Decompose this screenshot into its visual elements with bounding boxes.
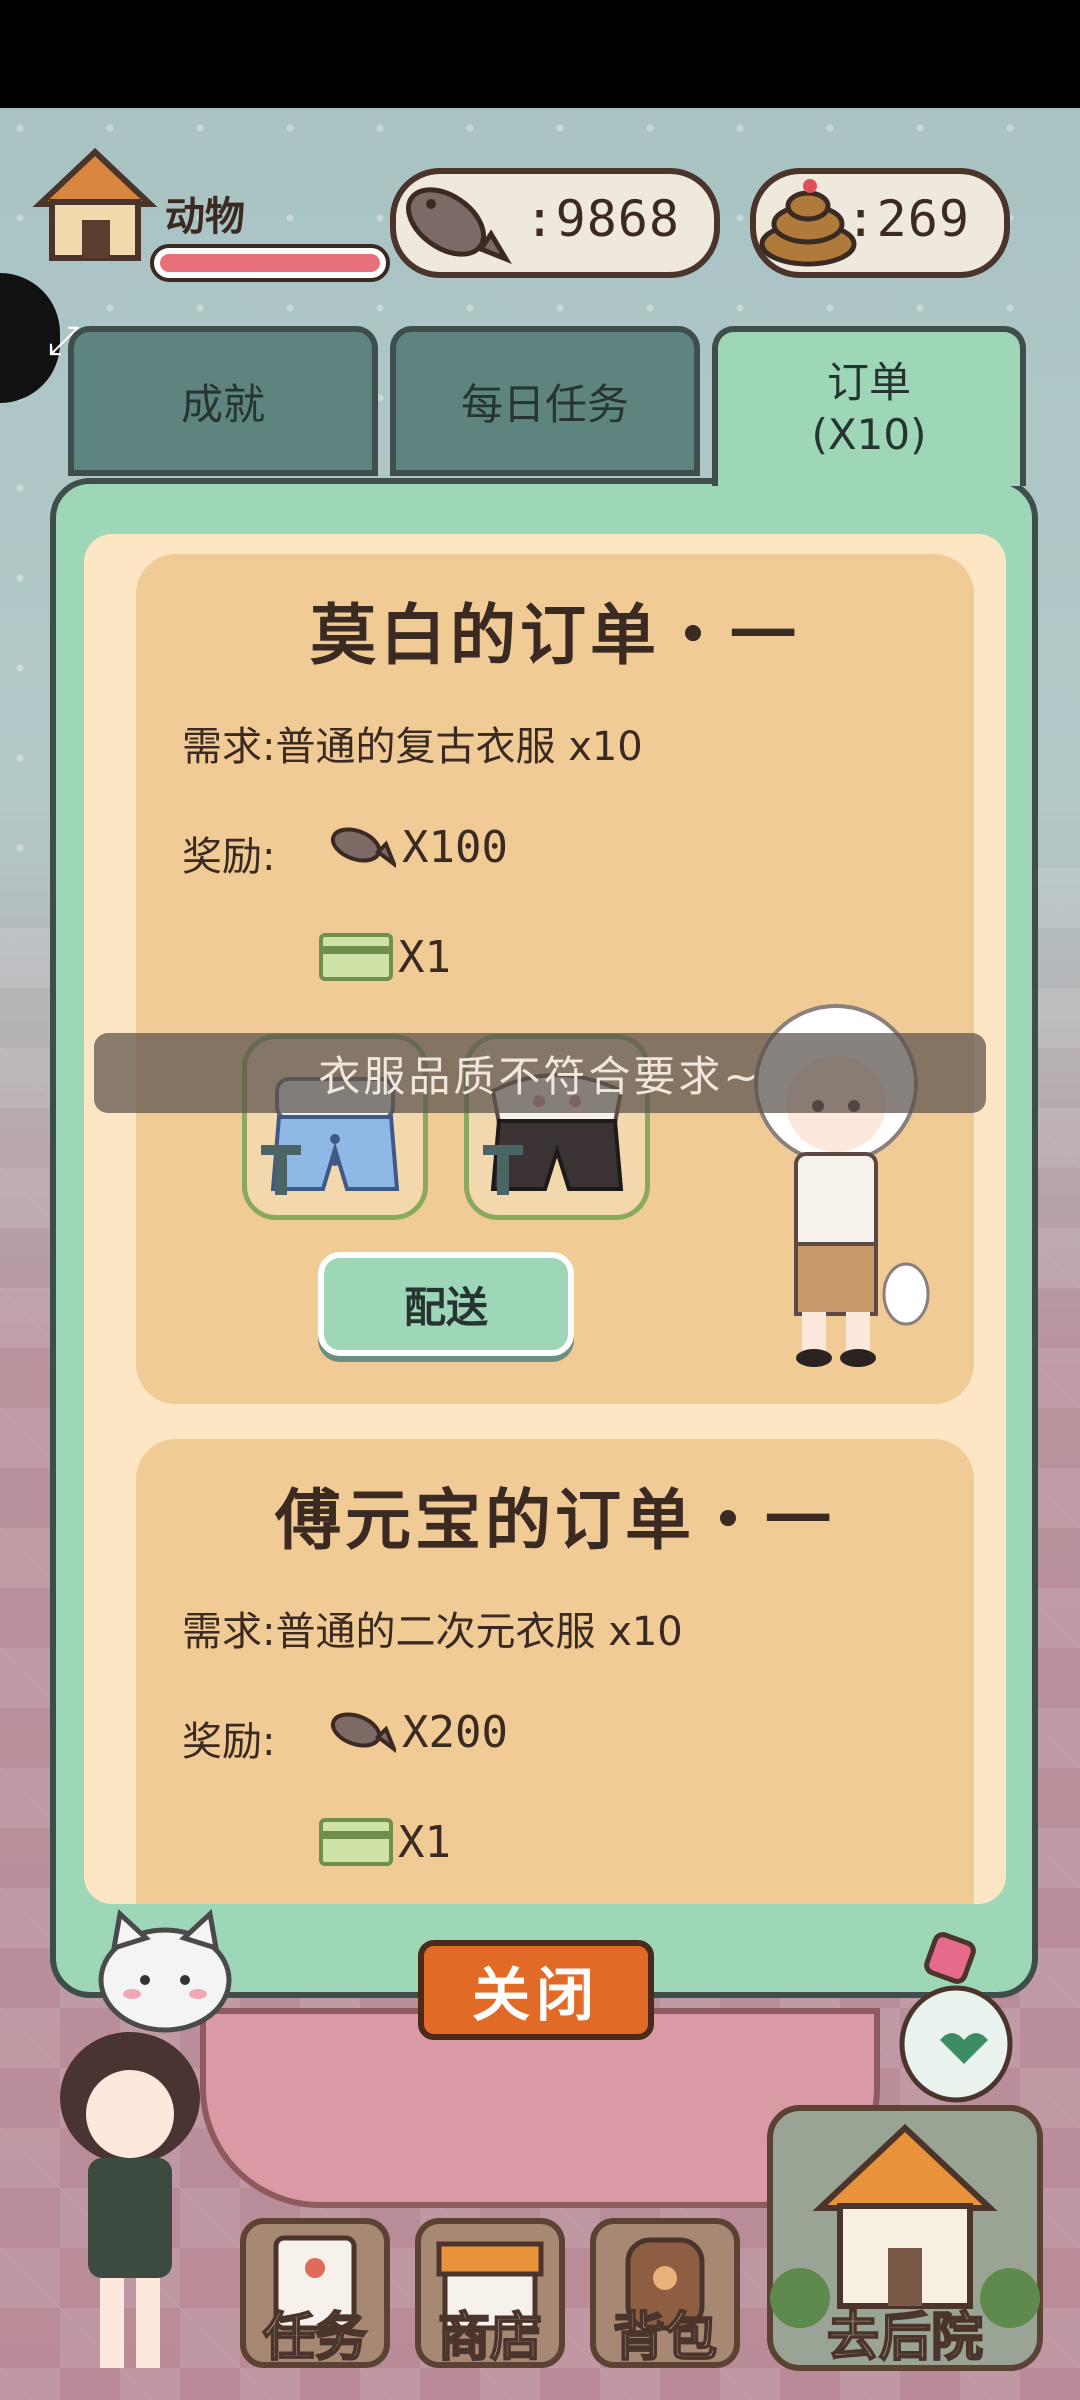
poop-count: :269 (845, 190, 970, 248)
orders-panel: 莫白的订单・一 需求:普通的复古衣服 x10 奖励: X100 X1 配送 傅元… (50, 478, 1038, 1998)
membership-card-icon (319, 933, 393, 981)
love-potion-icon[interactable] (880, 1928, 1020, 2108)
order-title: 莫白的订单・一 (310, 597, 800, 674)
fish-icon (406, 187, 512, 265)
shopkeeper-character (60, 2032, 200, 2368)
pet-name: 动物 (165, 194, 245, 240)
tasks-button[interactable]: 任务 (240, 2218, 390, 2369)
card-reward: X1 (398, 932, 451, 983)
health-bar-fill (160, 254, 380, 272)
shop-label: 商店 (437, 2307, 543, 2369)
order-card: 傅元宝的订单・一 需求:普通的二次元衣服 x10 奖励: X200 X1 (136, 1439, 974, 1904)
order-requirement: 需求:普通的二次元衣服 x10 (182, 1609, 683, 1655)
doghouse-icon (32, 147, 158, 261)
cat-mascot-icon (98, 1909, 232, 2033)
backyard-label: 去后院 (826, 2307, 984, 2369)
membership-card-icon (319, 1818, 393, 1866)
tab-achievements[interactable]: 成就 (68, 326, 378, 476)
tab-label: 每日任务 (460, 379, 629, 429)
tab-daily-tasks[interactable]: 每日任务 (390, 326, 700, 476)
tab-label: 成就 (180, 379, 265, 429)
reward-label: 奖励: (182, 1719, 276, 1765)
fish-reward: X100 (402, 822, 508, 873)
tab-order-count: (X10) (811, 410, 927, 459)
order-title: 傅元宝的订单・一 (275, 1482, 835, 1559)
toast-message: 衣服品质不符合要求~ (94, 1033, 986, 1113)
tab-orders[interactable]: 订单 (X10) (712, 326, 1026, 486)
card-reward: X1 (398, 1817, 451, 1868)
fish-currency[interactable]: :9868 (390, 168, 720, 278)
tab-label: 订单 (826, 357, 911, 407)
orders-list[interactable]: 莫白的订单・一 需求:普通的复古衣服 x10 奖励: X100 X1 配送 傅元… (84, 534, 1006, 1904)
backpack-label: 背包 (612, 2307, 718, 2369)
player-status[interactable]: 动物 (30, 134, 390, 282)
shop-button[interactable]: 商店 (415, 2218, 565, 2369)
deliver-button[interactable]: 配送 (318, 1252, 574, 1356)
order-requirement: 需求:普通的复古衣服 x10 (182, 724, 643, 770)
close-button[interactable]: 关闭 (418, 1940, 654, 2040)
go-to-backyard-button[interactable]: 去后院 (760, 2098, 1050, 2378)
tasks-label: 任务 (262, 2307, 368, 2369)
game-screen: 动物 :9868 :269 ⤢ 成就 每日任务 订单 (X10) 莫白的订单・一 (0, 108, 1080, 2400)
backpack-button[interactable]: 背包 (590, 2218, 740, 2369)
fish-icon (330, 1712, 396, 1753)
fish-reward: X200 (402, 1707, 508, 1758)
poop-currency[interactable]: :269 (750, 168, 1010, 278)
order-card: 莫白的订单・一 需求:普通的复古衣服 x10 奖励: X100 X1 配送 (136, 554, 974, 1404)
reward-label: 奖励: (182, 834, 276, 880)
fish-count: :9868 (524, 190, 680, 248)
fish-icon (330, 827, 396, 868)
health-bar (150, 244, 390, 282)
